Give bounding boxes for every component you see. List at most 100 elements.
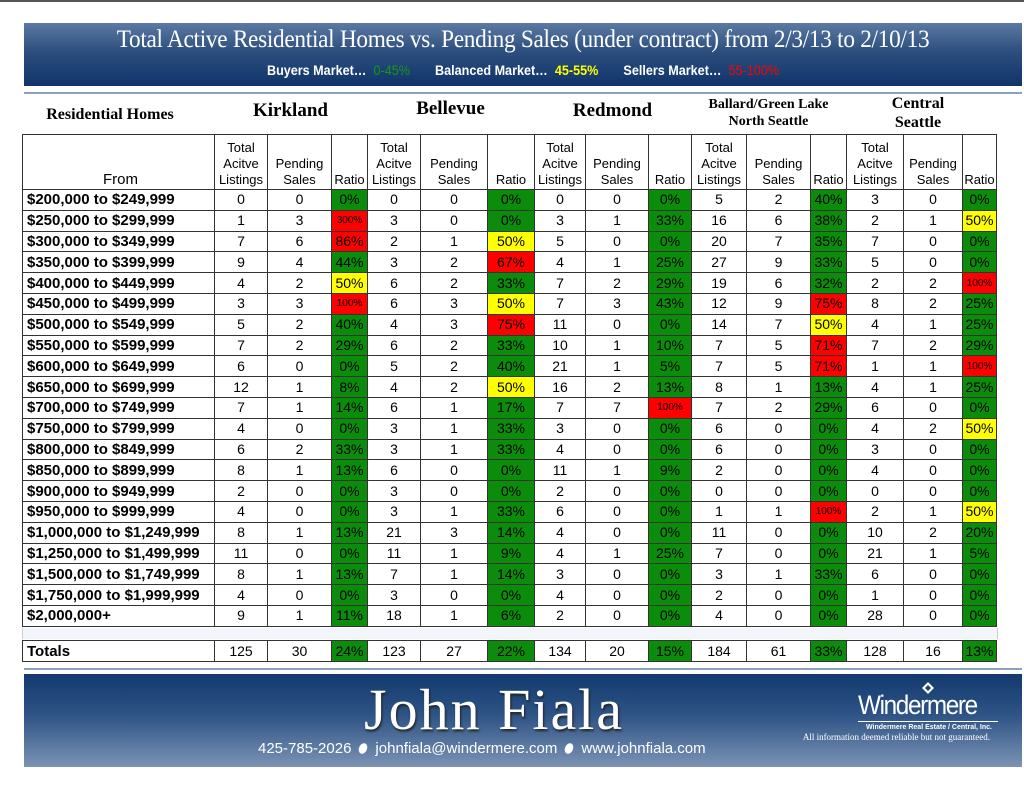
ratio-cell: 0%: [810, 521, 847, 544]
ratio-cell: 0%: [331, 417, 368, 440]
ratio-cell: 0%: [331, 500, 368, 523]
active-listings-cell: 7: [214, 334, 268, 357]
active-listings-cell: 3: [846, 189, 904, 211]
active-listings-cell: 4: [534, 521, 586, 544]
pending-sales-cell: 0: [420, 584, 488, 606]
ratio-cell: 0%: [648, 438, 692, 461]
ratio-cell: 0%: [962, 459, 997, 482]
pending-sales-cell: 0: [903, 604, 963, 627]
ratio-cell: 0%: [648, 500, 692, 523]
table-row: $850,000 to $899,999 8 1 13% 6 0 0% 11 1 9% 2 0 0% 4 0…: [22, 459, 997, 482]
ratio-cell: 0%: [487, 189, 535, 211]
active-listings-cell: 2: [846, 209, 904, 232]
pending-sales-cell: 1: [903, 500, 963, 523]
ratio-cell: 0%: [810, 438, 847, 461]
pending-sales-cell: 2: [746, 189, 811, 211]
pending-sales-cell: 0: [903, 563, 963, 586]
table-spacer: [22, 628, 998, 639]
ratio-cell: 50%: [487, 292, 535, 315]
pending-sales-cell: 5: [746, 334, 811, 357]
ratio-cell: 0%: [648, 417, 692, 440]
active-listings-cell: 9: [214, 251, 268, 274]
active-listings-cell: 2: [534, 480, 586, 502]
total-pending-sales: 61: [746, 640, 811, 662]
pending-sales-cell: 0: [267, 500, 332, 523]
price-range-cell: $400,000 to $449,999: [22, 272, 215, 294]
pending-sales-cell: 2: [420, 272, 488, 294]
pending-sales-cell: 0: [746, 438, 811, 461]
active-listings-cell: 27: [691, 251, 747, 274]
pending-sales-cell: 0: [420, 459, 488, 482]
website-link[interactable]: www.johnfiala.com: [581, 740, 705, 757]
pending-sales-cell: 2: [420, 376, 488, 398]
active-listings-cell: 7: [691, 334, 747, 357]
ratio-cell: 71%: [810, 355, 847, 378]
active-listings-cell: 20: [691, 230, 747, 253]
ratio-cell: 50%: [962, 500, 997, 523]
active-listings-cell: 6: [214, 438, 268, 461]
ratio-cell: 0%: [962, 480, 997, 502]
ratio-cell: 0%: [962, 396, 997, 419]
header-word: Listings: [537, 172, 583, 187]
ratio-cell: 100%: [810, 500, 847, 523]
price-range-cell: $650,000 to $699,999: [22, 376, 215, 398]
ratio-cell: 0%: [648, 189, 692, 211]
pending-sales-cell: 0: [585, 230, 649, 253]
active-listings-cell: 7: [691, 542, 747, 565]
ratio-cell: 50%: [810, 313, 847, 336]
active-listings-cell: 1: [691, 500, 747, 523]
pending-sales-cell: 0: [585, 604, 649, 627]
ratio-cell: 0%: [648, 584, 692, 606]
bullet-icon: [357, 741, 370, 756]
ratio-cell: 50%: [962, 417, 997, 440]
active-listings-cell: 21: [534, 355, 586, 378]
active-listings-cell: 0: [846, 480, 904, 502]
header-word: Listings: [852, 172, 898, 187]
active-listings-cell: 3: [367, 417, 421, 440]
active-listings-cell: 7: [534, 272, 586, 294]
pending-sales-cell: 0: [585, 313, 649, 336]
column-header-pending-sales: Pending Sales: [420, 134, 488, 190]
ratio-cell: 25%: [648, 542, 692, 565]
active-listings-cell: 12: [691, 292, 747, 315]
ratio-cell: 0%: [487, 584, 535, 606]
ratio-cell: 9%: [487, 542, 535, 565]
price-range-cell: $800,000 to $849,999: [22, 438, 215, 461]
active-listings-cell: 11: [214, 542, 268, 565]
ratio-cell: 44%: [331, 251, 368, 274]
agent-name: John Fiala: [364, 677, 625, 742]
pending-sales-cell: 2: [267, 438, 332, 461]
active-listings-cell: 6: [846, 396, 904, 419]
legend-buyers-range: 0-45%: [373, 62, 410, 78]
ratio-cell: 33%: [487, 438, 535, 461]
active-listings-cell: 8: [214, 521, 268, 544]
header-word: Listings: [696, 172, 742, 187]
email-link[interactable]: johnfiala@windermere.com: [375, 740, 557, 757]
price-range-cell: $450,000 to $499,999: [22, 292, 215, 315]
total-active-listings: 128: [846, 640, 904, 662]
pending-sales-cell: 0: [420, 480, 488, 502]
header-word: Acitve: [542, 156, 578, 171]
footer-banner: John Fiala 425-785-2026 johnfiala@winderm…: [24, 674, 1022, 767]
pending-sales-cell: 1: [420, 417, 488, 440]
pending-sales-cell: 1: [267, 376, 332, 398]
pending-sales-cell: 0: [903, 251, 963, 274]
ratio-cell: 0%: [648, 480, 692, 502]
active-listings-cell: 4: [846, 313, 904, 336]
pending-sales-cell: 3: [420, 292, 488, 315]
header-word: Pending: [593, 156, 641, 171]
active-listings-cell: 7: [367, 563, 421, 586]
column-header-pending-sales: Pending Sales: [746, 134, 811, 190]
active-listings-cell: 3: [534, 563, 586, 586]
active-listings-cell: 7: [846, 230, 904, 253]
table-row: $400,000 to $449,999 4 2 50% 6 2 33% 7 2 29% 19 6 32…: [22, 272, 997, 294]
active-listings-cell: 18: [367, 604, 421, 627]
table-row: $750,000 to $799,999 4 0 0% 3 1 33% 3 0 0% 6 0 0% 4 2 5…: [22, 417, 997, 440]
active-listings-cell: 5: [214, 313, 268, 336]
ratio-cell: 0%: [648, 230, 692, 253]
ratio-cell: 71%: [810, 334, 847, 357]
pending-sales-cell: 1: [585, 542, 649, 565]
pending-sales-cell: 1: [420, 542, 488, 565]
ratio-cell: 0%: [810, 604, 847, 627]
ratio-cell: 0%: [648, 313, 692, 336]
